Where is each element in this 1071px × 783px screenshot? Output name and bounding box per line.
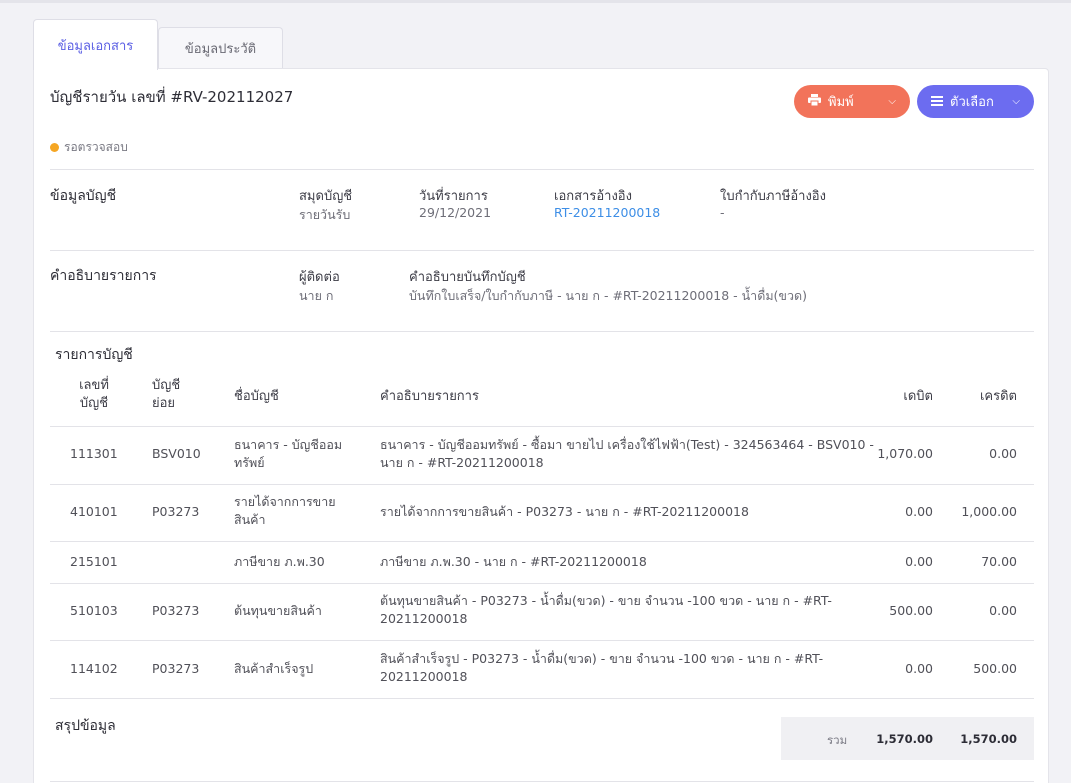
row-divider — [50, 426, 1034, 427]
date-value: 29/12/2021 — [419, 205, 492, 220]
cell-account-name: รายได้จากการขาย สินค้า — [234, 493, 336, 529]
header-description: คำอธิบายรายการ — [380, 389, 479, 404]
header-sub-line1: บัญชี — [152, 378, 181, 393]
account-name-line1: ธนาคาร - บัญชีออม — [234, 437, 343, 452]
row-divider — [50, 583, 1034, 584]
cell-account-name: ต้นทุนขายสินค้า — [234, 603, 322, 618]
header-account-no-line1: เลขที่ — [79, 378, 109, 393]
cell-description: ธนาคาร - บัญชีออมทรัพย์ - ซื้อมา ขายไป เ… — [380, 436, 874, 472]
contact-value: นาย ก — [299, 288, 334, 303]
cell-description: ต้นทุนขายสินค้า - P03273 - น้ำดื่ม(ขวด) … — [380, 592, 832, 628]
account-info-title: ข้อมูลบัญชี — [50, 188, 117, 204]
contact-label: ผู้ติดต่อ — [299, 270, 340, 285]
tab-document-info[interactable]: ข้อมูลเอกสาร — [33, 19, 158, 70]
header-debit: เดบิต — [903, 389, 933, 404]
cell-account-no: 410101 — [70, 504, 118, 519]
note-value: บันทึกใบเสร็จ/ใบกำกับภาษี - นาย ก - #RT-… — [409, 288, 807, 303]
reference-label: เอกสารอ้างอิง — [554, 189, 632, 204]
status-badge: รอตรวจสอบ — [50, 138, 128, 157]
cell-credit: 500.00 — [973, 661, 1017, 676]
status-text: รอตรวจสอบ — [64, 140, 128, 154]
tax-invoice-label: ใบกำกับภาษีอ้างอิง — [720, 189, 826, 204]
cell-sub-account: P03273 — [152, 504, 200, 519]
divider — [50, 781, 1034, 782]
note-label: คำอธิบายบันทึกบัญชี — [409, 270, 526, 285]
menu-icon — [931, 95, 943, 109]
summary-total-row: รวม 1,570.00 1,570.00 — [781, 717, 1034, 760]
document-card: บัญชีรายวัน เลขที่ #RV-202112027 พิมพ์ ⌵… — [33, 68, 1049, 783]
description-line2: 20211200018 — [380, 669, 468, 684]
divider — [50, 250, 1034, 251]
cell-account-name: ธนาคาร - บัญชีออม ทรัพย์ — [234, 436, 342, 472]
cell-description: ภาษีขาย ภ.พ.30 - นาย ก - #RT-20211200018 — [380, 554, 647, 569]
top-border — [0, 0, 1071, 3]
cell-sub-account: P03273 — [152, 661, 200, 676]
tax-invoice-value: - — [720, 205, 725, 220]
cell-debit: 0.00 — [905, 661, 933, 676]
description-line1: ต้นทุนขายสินค้า - P03273 - น้ำดื่ม(ขวด) … — [380, 593, 832, 608]
header-sub-account: บัญชี ย่อย — [152, 377, 180, 413]
status-dot-icon — [50, 143, 59, 152]
chevron-down-icon: ⌵ — [888, 96, 896, 107]
row-divider — [50, 640, 1034, 641]
cell-debit: 0.00 — [905, 504, 933, 519]
cell-account-name: สินค้าสำเร็จรูป — [234, 661, 314, 676]
cell-credit: 1,000.00 — [961, 504, 1017, 519]
account-name-line1: รายได้จากการขาย — [234, 494, 336, 509]
account-name-line2: สินค้า — [234, 512, 266, 527]
book-value: รายวันรับ — [299, 207, 351, 222]
cell-account-name: ภาษีขาย ภ.พ.30 — [234, 554, 325, 569]
tab-history[interactable]: ข้อมูลประวัติ — [158, 27, 283, 69]
description-line2: 20211200018 — [380, 611, 468, 626]
description-title: คำอธิบายรายการ — [50, 268, 157, 284]
description-line1: สินค้าสำเร็จรูป - P03273 - น้ำดื่ม(ขวด) … — [380, 651, 824, 666]
cell-sub-account: P03273 — [152, 603, 200, 618]
reference-link[interactable]: RT-20211200018 — [554, 205, 660, 220]
header-account-no: เลขที่ บัญชี — [79, 377, 109, 413]
summary-title: สรุปข้อมูล — [55, 718, 116, 734]
chevron-down-icon: ⌵ — [1012, 96, 1020, 107]
header-credit: เครดิต — [979, 389, 1017, 404]
row-divider — [50, 484, 1034, 485]
account-name-line2: ทรัพย์ — [234, 455, 265, 470]
header-account-no-line2: บัญชี — [79, 396, 109, 411]
description-line2: นาย ก - #RT-20211200018 — [380, 455, 544, 470]
row-divider — [50, 541, 1034, 542]
divider — [50, 331, 1034, 332]
print-label: พิมพ์ — [828, 95, 854, 110]
row-divider — [50, 698, 1034, 699]
total-credit: 1,570.00 — [960, 732, 1017, 746]
entries-title: รายการบัญชี — [55, 347, 133, 363]
print-button[interactable]: พิมพ์ ⌵ — [794, 85, 910, 118]
cell-description: รายได้จากการขายสินค้า - P03273 - นาย ก -… — [380, 504, 749, 519]
cell-sub-account: BSV010 — [152, 446, 201, 461]
cell-account-no: 215101 — [70, 554, 118, 569]
cell-credit: 0.00 — [989, 603, 1017, 618]
description-line1: ธนาคาร - บัญชีออมทรัพย์ - ซื้อมา ขายไป เ… — [380, 437, 874, 452]
printer-icon — [808, 94, 821, 109]
date-label: วันที่รายการ — [419, 189, 488, 204]
header-sub-line2: ย่อย — [152, 396, 176, 411]
options-button[interactable]: ตัวเลือก ⌵ — [917, 85, 1034, 118]
total-debit: 1,570.00 — [876, 732, 933, 746]
cell-debit: 1,070.00 — [877, 446, 933, 461]
cell-credit: 0.00 — [989, 446, 1017, 461]
cell-account-no: 510103 — [70, 603, 118, 618]
divider — [50, 169, 1034, 170]
cell-debit: 500.00 — [889, 603, 933, 618]
header-account-name: ชื่อบัญชี — [234, 389, 279, 404]
book-label: สมุดบัญชี — [299, 189, 353, 204]
cell-account-no: 114102 — [70, 661, 118, 676]
cell-description: สินค้าสำเร็จรูป - P03273 - น้ำดื่ม(ขวด) … — [380, 650, 823, 686]
options-label: ตัวเลือก — [950, 95, 994, 110]
cell-account-no: 111301 — [70, 446, 118, 461]
page-title: บัญชีรายวัน เลขที่ #RV-202112027 — [50, 88, 294, 106]
total-label: รวม — [827, 733, 848, 747]
cell-debit: 0.00 — [905, 554, 933, 569]
cell-credit: 70.00 — [981, 554, 1017, 569]
